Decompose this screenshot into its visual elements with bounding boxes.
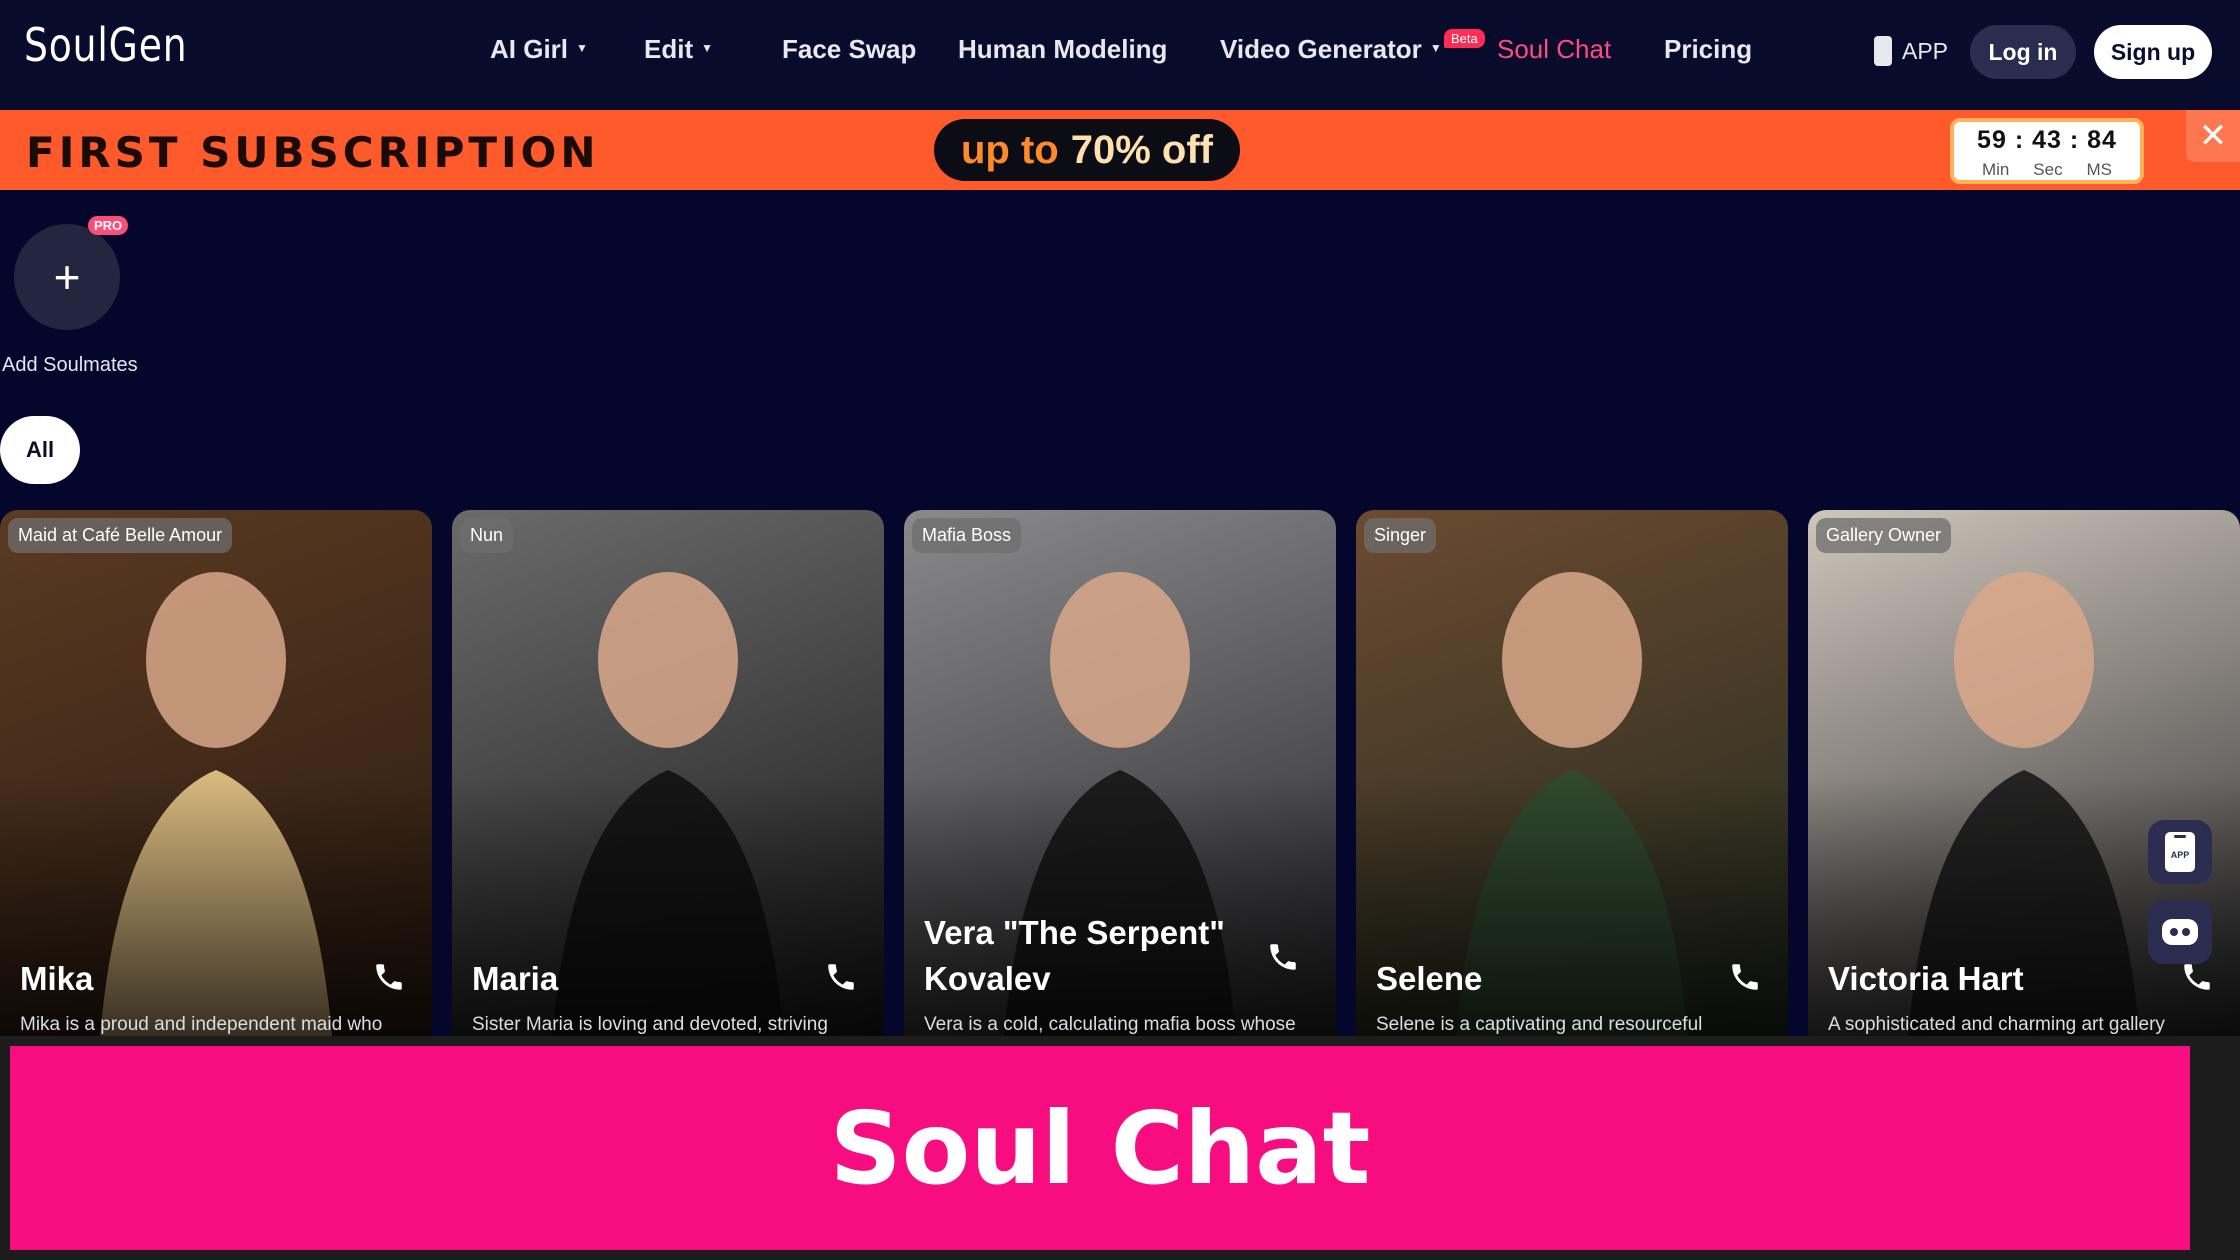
phone-call-icon[interactable] xyxy=(1728,960,1762,994)
timer-min-label: Min xyxy=(1981,160,2010,179)
timer-sec-label: Sec xyxy=(2033,160,2063,179)
beta-badge: Beta xyxy=(1444,29,1485,48)
signup-button[interactable]: Sign up xyxy=(2094,25,2212,79)
timer-sep: : xyxy=(2014,126,2025,154)
nav-face-swap-label: Face Swap xyxy=(782,34,917,64)
character-description: Mika is a proud and independent maid who xyxy=(20,1014,383,1035)
character-role-tag: Maid at Café Belle Amour xyxy=(8,518,233,553)
caret-down-icon: ▼ xyxy=(701,41,713,55)
character-description: Vera is a cold, calculating mafia boss w… xyxy=(924,1014,1296,1035)
caption-banner: Soul Chat xyxy=(10,1046,2190,1250)
caret-down-icon: ▼ xyxy=(576,41,588,55)
character-role-tag: Nun xyxy=(460,518,514,553)
timer-min: 59 xyxy=(1977,126,2007,154)
character-card[interactable]: Singer Selene Selene is a captivating and … xyxy=(1356,510,1788,1036)
logo[interactable]: SoulGen xyxy=(24,18,188,72)
timer-labels: Min Sec MS xyxy=(1954,160,2140,180)
app-download-link[interactable]: APP xyxy=(1874,36,1948,66)
nav-pricing-label: Pricing xyxy=(1664,34,1753,64)
character-description: Sister Maria is loving and devoted, stri… xyxy=(472,1014,828,1035)
login-button[interactable]: Log in xyxy=(1970,25,2076,79)
timer-sec: 43 xyxy=(2032,126,2062,154)
nav-video-generator-label: Video Generator xyxy=(1220,34,1422,64)
timer-ms: 84 xyxy=(2087,126,2117,154)
character-role-tag: Mafia Boss xyxy=(912,518,1022,553)
nav-video-generator[interactable]: Video Generator ▼ xyxy=(1220,34,1442,65)
nav-ai-girl[interactable]: AI Girl ▼ xyxy=(490,34,588,65)
pro-badge: PRO xyxy=(88,216,129,235)
nav-pricing[interactable]: Pricing xyxy=(1664,34,1752,65)
character-description: A sophisticated and charming art gallery xyxy=(1828,1014,2165,1035)
add-soulmate-button[interactable]: + xyxy=(14,224,120,330)
app-window: SoulGen AI Girl ▼ Edit ▼ Face Swap Human M… xyxy=(0,0,2240,1036)
filter-all-chip[interactable]: All xyxy=(0,416,80,484)
promo-offer: up to 70% off xyxy=(934,119,1240,181)
add-soulmates-label: Add Soulmates xyxy=(2,354,138,376)
floating-app-label: APP xyxy=(2171,850,2190,860)
top-nav: SoulGen AI Girl ▼ Edit ▼ Face Swap Human M… xyxy=(0,0,2240,110)
promo-banner[interactable]: FIRST SUBSCRIPTION up to 70% off 59 : 43… xyxy=(0,110,2240,190)
plus-icon: + xyxy=(53,251,81,303)
phone-icon xyxy=(1874,36,1892,66)
timer-ms-label: MS xyxy=(2086,160,2113,179)
character-card[interactable]: Mafia Boss Vera "The Serpent" Kovalev Vera… xyxy=(904,510,1336,1036)
nav-human-modeling[interactable]: Human Modeling xyxy=(958,34,1167,65)
nav-soul-chat-label: Soul Chat xyxy=(1497,34,1612,64)
nav-edit[interactable]: Edit ▼ xyxy=(644,34,713,65)
close-icon[interactable]: ✕ xyxy=(2186,110,2240,162)
character-description: Selene is a captivating and resourceful xyxy=(1376,1014,1703,1035)
nav-ai-girl-label: AI Girl xyxy=(490,34,569,64)
nav-edit-label: Edit xyxy=(644,34,694,64)
promo-offer-value: 70% off xyxy=(1070,127,1213,172)
phone-app-icon: APP xyxy=(2165,832,2195,872)
nav-soul-chat[interactable]: Soul Chat xyxy=(1497,34,1611,65)
character-card[interactable]: Maid at Café Belle Amour Mika Mika is a pr… xyxy=(0,510,432,1036)
app-link-label: APP xyxy=(1902,37,1949,64)
timer-values: 59 : 43 : 84 xyxy=(1954,126,2140,155)
phone-call-icon[interactable] xyxy=(824,960,858,994)
nav-face-swap[interactable]: Face Swap xyxy=(782,34,916,65)
discord-icon xyxy=(2162,919,2198,945)
phone-call-icon[interactable] xyxy=(372,960,406,994)
character-name: Maria xyxy=(472,960,559,997)
promo-title: FIRST SUBSCRIPTION xyxy=(26,128,600,177)
nav-human-modeling-label: Human Modeling xyxy=(958,34,1168,64)
character-name: Mika xyxy=(20,960,94,997)
caret-down-icon: ▼ xyxy=(1429,41,1442,55)
character-role-tag: Singer xyxy=(1364,518,1437,553)
discord-button[interactable] xyxy=(2148,900,2212,964)
floating-app-button[interactable]: APP xyxy=(2148,820,2212,884)
phone-call-icon[interactable] xyxy=(2180,960,2214,994)
character-role-tag: Gallery Owner xyxy=(1816,518,1952,553)
character-name: Victoria Hart xyxy=(1828,960,2024,997)
promo-offer-prefix: up to xyxy=(961,127,1059,172)
character-card[interactable]: Nun Maria Sister Maria is loving and devot… xyxy=(452,510,884,1036)
timer-sep: : xyxy=(2069,126,2080,154)
phone-call-icon[interactable] xyxy=(1266,940,1300,974)
character-name: Vera "The Serpent" Kovalev xyxy=(924,914,1225,997)
character-name: Selene xyxy=(1376,960,1483,997)
caption-text: Soul Chat xyxy=(829,1089,1371,1207)
countdown-timer: 59 : 43 : 84 Min Sec MS xyxy=(1950,118,2144,184)
